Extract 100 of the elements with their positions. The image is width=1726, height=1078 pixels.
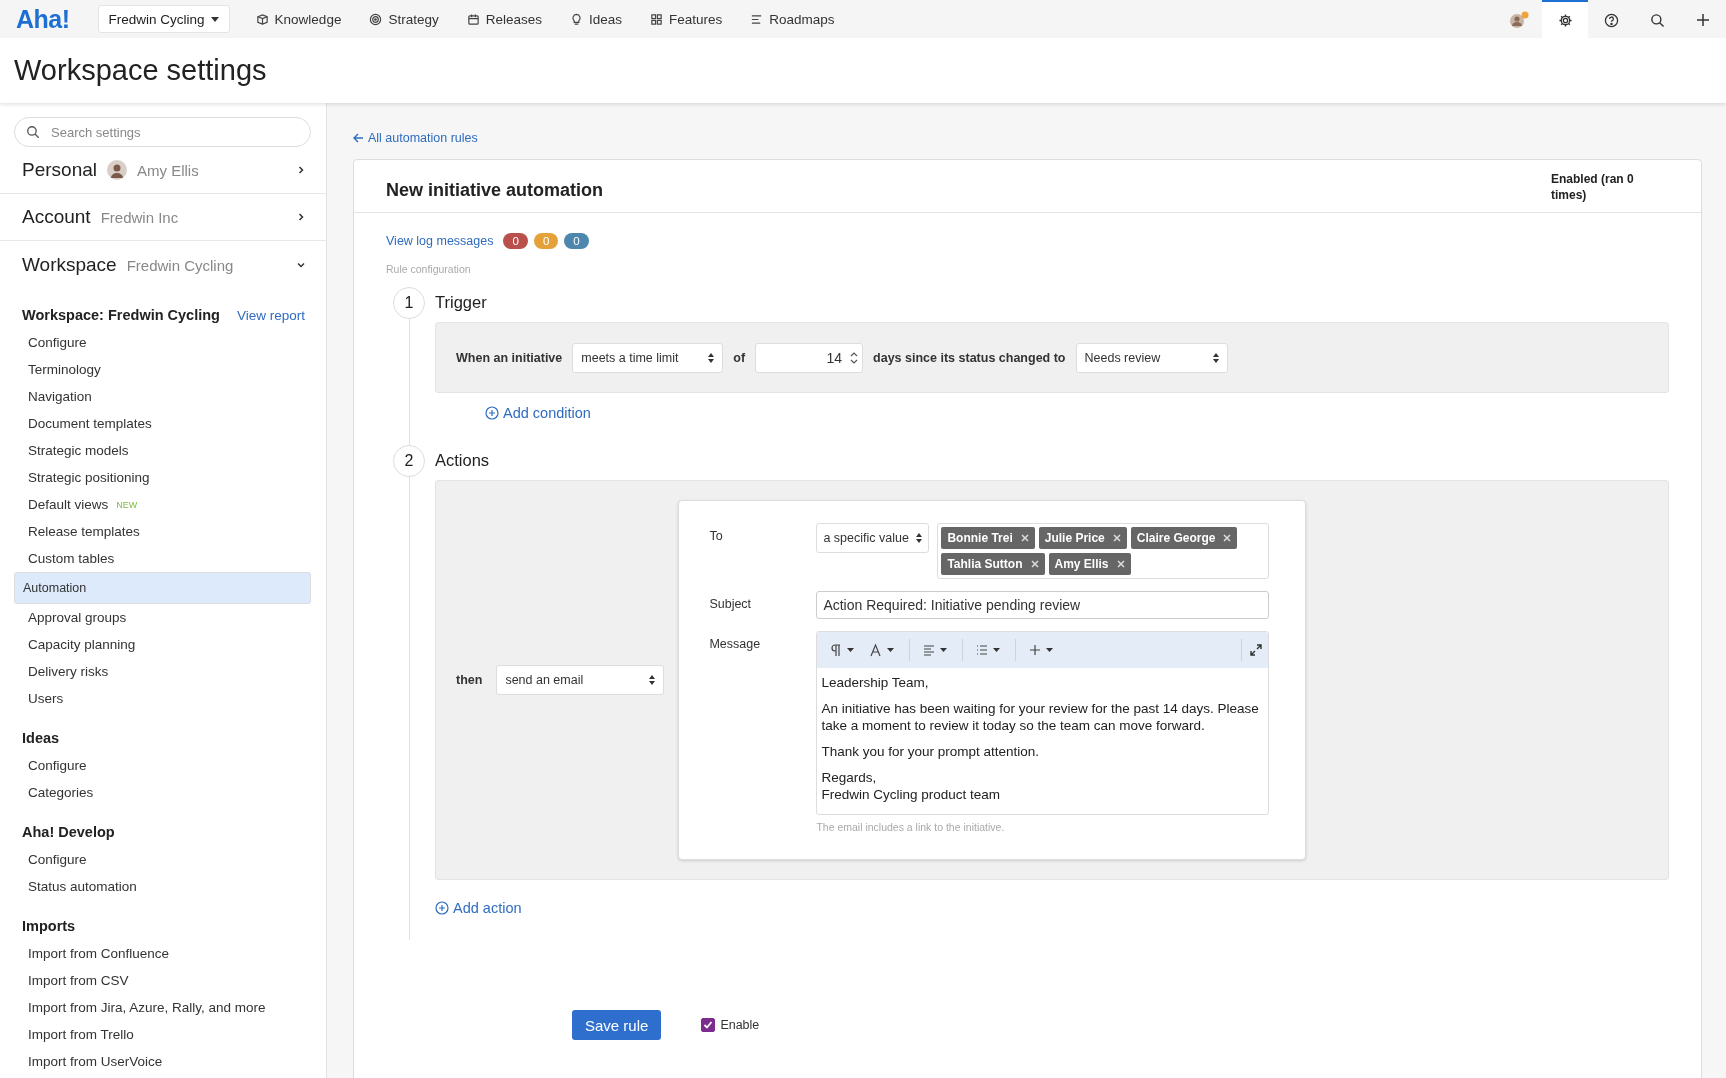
enable-checkbox[interactable]: Enable — [701, 1018, 760, 1032]
hint-text: The email includes a link to the initiative. — [816, 820, 1006, 833]
message-paragraph: Regards, Fredwin Cycling product team — [821, 768, 1001, 804]
updown-caret-icon — [649, 675, 656, 685]
sidebar-item[interactable]: Configure — [14, 752, 311, 779]
log-link[interactable]: View log messages — [386, 234, 494, 248]
remove-icon[interactable] — [1030, 560, 1039, 569]
sidebar-item[interactable]: Custom tables — [14, 545, 311, 572]
sidebar-item[interactable]: Capacity planning — [14, 631, 311, 658]
status-select[interactable]: Needs review — [1075, 342, 1228, 373]
sidebar-item[interactable]: Default views NEW — [14, 491, 311, 518]
plus-circle-icon — [485, 406, 499, 420]
recipient-name: Tahlia Sutton — [947, 557, 1023, 572]
back-link[interactable]: All automation rules — [353, 131, 1702, 145]
page-title: Workspace settings — [14, 54, 267, 87]
expand-icon[interactable] — [1250, 644, 1263, 657]
count-pill: 0 — [564, 233, 589, 249]
settings-section[interactable]: Personal Amy Ellis — [0, 147, 326, 194]
field-label: To — [709, 528, 724, 544]
recipient-mode-select[interactable]: a specific value — [816, 523, 930, 554]
condition-select[interactable]: meets a time limit — [572, 342, 724, 373]
lightbulb-icon — [569, 12, 583, 26]
settings-section[interactable]: Workspace Fredwin Cycling — [0, 241, 326, 289]
sidebar-item[interactable]: Automation — [14, 572, 311, 604]
search-field[interactable]: Search settings — [14, 117, 311, 147]
recipient-name: Claire George — [1136, 531, 1216, 546]
sidebar-item[interactable]: Import from Jira, Azure, Rally, and more — [14, 994, 311, 1021]
of-label: of — [733, 350, 746, 365]
sidebar-item[interactable]: Delivery risks — [14, 658, 311, 685]
calendar-icon — [466, 12, 480, 26]
group-heading: Imports — [22, 918, 76, 934]
avatar-icon — [1509, 11, 1529, 29]
remove-icon[interactable] — [1112, 534, 1121, 543]
remove-icon[interactable] — [1223, 534, 1232, 543]
sidebar-item[interactable]: Import from Confluence — [14, 940, 311, 967]
field-label: Message — [709, 636, 762, 652]
add-action-link[interactable]: Add action — [435, 900, 1669, 916]
then-label: then — [456, 673, 483, 687]
action-select[interactable]: send an email — [496, 665, 665, 695]
step-title: Trigger — [435, 293, 488, 312]
sidebar-item[interactable]: Terminology — [14, 356, 311, 383]
message-paragraph: Leadership Team, — [821, 674, 930, 692]
nav-link[interactable]: Strategy — [357, 11, 451, 27]
nav-link[interactable]: Knowledge — [243, 11, 354, 27]
updown-caret-icon — [1212, 352, 1219, 363]
step-title: Actions — [435, 451, 491, 470]
plus-icon — [1696, 13, 1710, 27]
sidebar-item[interactable]: Import from Trello — [14, 1021, 311, 1048]
sidebar-item[interactable]: Import from UserVoice — [14, 1048, 311, 1075]
rule-status: Enabled (ran 0 times) — [1551, 172, 1635, 204]
add-condition-link[interactable]: Add condition — [485, 405, 1669, 421]
count-pill: 0 — [533, 233, 559, 249]
sidebar-item[interactable]: Categories — [14, 779, 311, 806]
field-label: Subject — [709, 596, 753, 612]
sidebar-item[interactable]: Status automation — [14, 873, 311, 900]
step-number: 1 — [393, 287, 425, 319]
search-icon — [1649, 12, 1665, 28]
days-field[interactable]: 14 — [755, 342, 864, 373]
sidebar-item[interactable]: Document templates — [14, 410, 311, 437]
updown-caret-icon — [916, 533, 923, 544]
sidebar-item[interactable]: Release templates — [14, 518, 311, 545]
group-heading: Aha! Develop — [22, 824, 115, 840]
nav-link[interactable]: Roadmaps — [738, 11, 847, 27]
new-label: NEW — [116, 499, 138, 510]
checkbox[interactable] — [701, 1018, 716, 1032]
target-icon — [369, 12, 383, 26]
recipient-name: Bonnie Trei — [947, 531, 1013, 546]
search-icon — [26, 125, 40, 139]
settings-button[interactable] — [1542, 0, 1588, 38]
sidebar-item[interactable]: Users — [14, 685, 311, 712]
group-heading: Ideas — [22, 730, 60, 746]
workspace-switcher[interactable]: Fredwin Cycling — [97, 5, 230, 33]
step-number: 2 — [393, 445, 425, 477]
recipients-field[interactable]: Bonnie Trei Julie Price Claire George Tahlia Sutton Amy Ellis — [937, 523, 1270, 580]
settings-section[interactable]: Account Fredwin Inc — [0, 194, 326, 241]
rule-title: New initiative automation — [386, 180, 604, 201]
save-button[interactable]: Save rule — [572, 1010, 662, 1040]
subject-field[interactable]: Action Required: Initiative pending review — [816, 591, 1270, 620]
sidebar-item[interactable]: Strategic models — [14, 437, 311, 464]
view-report-link[interactable]: View report — [236, 307, 305, 323]
message-editor[interactable] — [816, 631, 1270, 815]
sidebar-item[interactable]: Configure — [14, 846, 311, 873]
sidebar-item[interactable]: Strategic positioning — [14, 464, 311, 491]
remove-icon[interactable] — [1020, 534, 1029, 543]
sidebar-item[interactable]: Navigation — [14, 383, 311, 410]
sidebar-item[interactable]: Approval groups — [14, 604, 311, 631]
nav-link[interactable]: Features — [638, 11, 735, 27]
section-label: Rule configuration — [386, 263, 472, 275]
bars-icon — [750, 12, 764, 26]
grid-icon — [650, 12, 663, 26]
nav-link[interactable]: Ideas — [557, 11, 634, 27]
remove-icon[interactable] — [1116, 560, 1125, 569]
settings-icon — [1557, 12, 1573, 28]
sidebar-item[interactable]: Configure — [14, 329, 311, 356]
group-heading: Workspace: Fredwin Cycling — [22, 307, 220, 323]
caret-icon — [210, 16, 219, 22]
trigger-label: When an initiative — [456, 350, 563, 365]
logo[interactable]: Aha! — [16, 4, 70, 34]
sidebar-item[interactable]: Import from CSV — [14, 967, 311, 994]
nav-link[interactable]: Releases — [454, 11, 554, 27]
